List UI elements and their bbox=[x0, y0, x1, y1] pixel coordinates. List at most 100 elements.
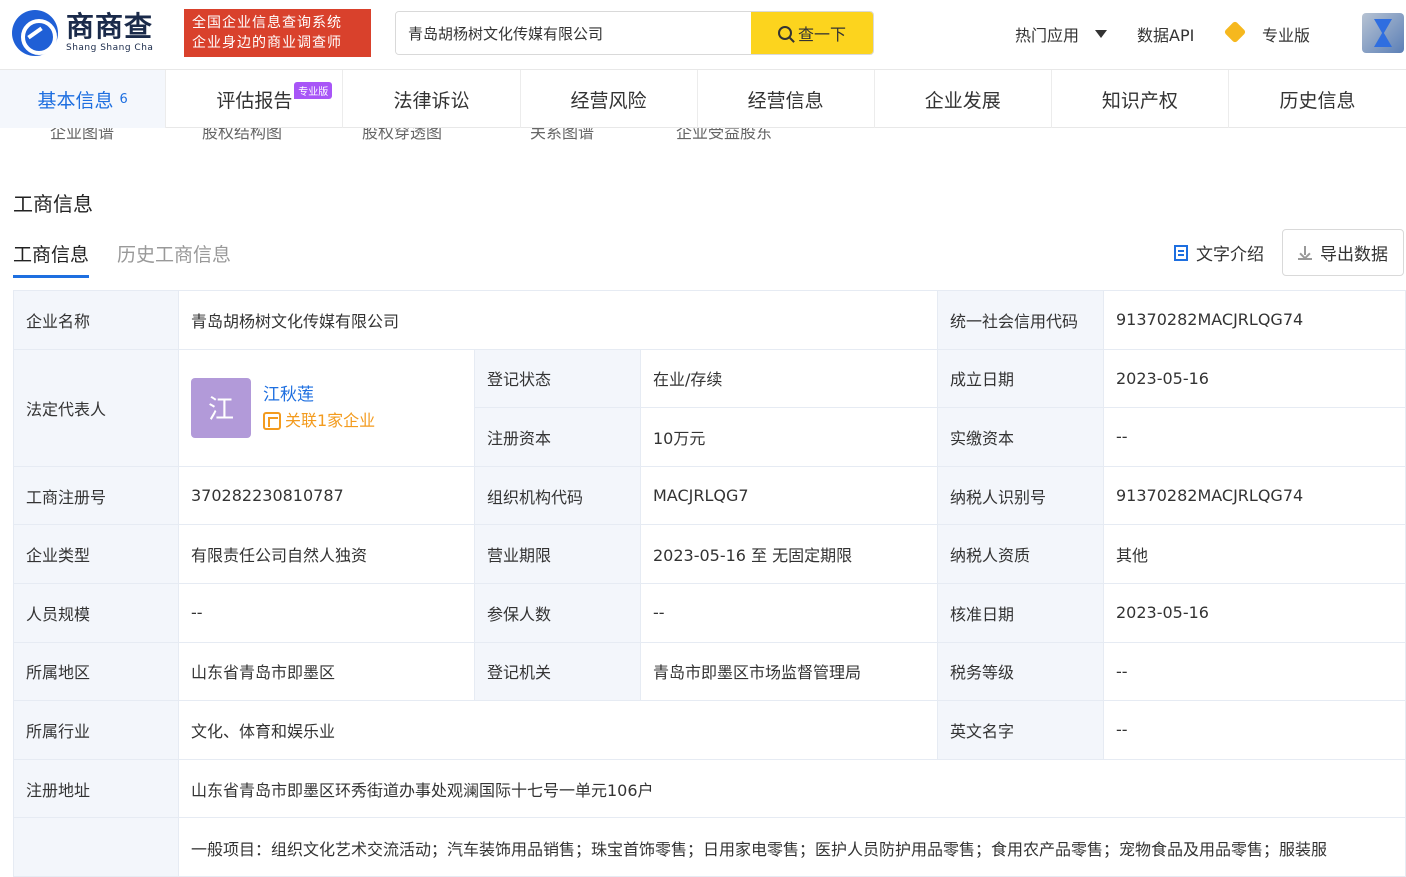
document-icon bbox=[1174, 244, 1188, 261]
cell-label: 登记状态 bbox=[474, 348, 641, 409]
cell-label: 所属地区 bbox=[13, 641, 179, 702]
table-row: 企业类型 有限责任公司自然人独资 营业期限 2023-05-16 至 无固定期限… bbox=[13, 524, 1406, 584]
slogan-line-2: 企业身边的商业调查师 bbox=[192, 35, 342, 51]
tab-operation[interactable]: 经营信息 bbox=[698, 70, 875, 128]
link-beneficial-owner[interactable]: 企业受益股东 bbox=[676, 128, 772, 140]
reg-authority-value: 青岛市即墨区市场监督管理局 bbox=[640, 641, 938, 702]
industry-value: 文化、体育和娱乐业 bbox=[178, 700, 938, 760]
tab-label: 基本信息 bbox=[37, 89, 114, 112]
cell-label: 核准日期 bbox=[937, 582, 1104, 643]
slogan-banner[interactable]: 全国企业信息查询系统 企业身边的商业调查师 bbox=[184, 9, 371, 57]
tab-label: 经营信息 bbox=[747, 89, 824, 112]
search-button-label: 查一下 bbox=[797, 25, 846, 44]
search-icon bbox=[777, 26, 792, 40]
legal-rep-name-link[interactable]: 江秋莲 bbox=[263, 382, 375, 408]
legal-rep-avatar[interactable]: 江 bbox=[191, 377, 251, 438]
related-companies-link[interactable]: 关联1家企业 bbox=[263, 408, 375, 434]
address-value: 山东省青岛市即墨区环秀街道办事处观澜国际十七号一单元106户 bbox=[178, 758, 1406, 819]
tab-label: 评估报告 bbox=[216, 89, 293, 112]
taxpayer-id-value: 91370282MACJRLQG74 bbox=[1103, 465, 1406, 526]
insured-value: -- bbox=[640, 582, 938, 643]
table-row: 所属地区 山东省青岛市即墨区 登记机关 青岛市即墨区市场监督管理局 税务等级 -… bbox=[13, 641, 1406, 702]
export-data-button[interactable]: 导出数据 bbox=[1282, 229, 1404, 276]
tab-count-badge: 6 bbox=[119, 91, 128, 107]
tab-assessment-report[interactable]: 评估报告 专业版 bbox=[166, 70, 344, 128]
sub-tabs: 工商信息 历史工商信息 bbox=[13, 240, 231, 278]
logo-text-cn: 商商查 bbox=[66, 10, 154, 43]
cell-label: 工商注册号 bbox=[13, 465, 179, 526]
text-intro-label: 文字介绍 bbox=[1196, 245, 1264, 265]
tab-development[interactable]: 企业发展 bbox=[875, 70, 1052, 128]
paid-capital-value: -- bbox=[1103, 407, 1406, 467]
english-name-value: -- bbox=[1103, 700, 1406, 760]
graph-links-row: 企业图谱 股权结构图 股权穿透图 关系图谱 企业受益股东 bbox=[0, 128, 1406, 140]
approve-date-value: 2023-05-16 bbox=[1103, 582, 1406, 643]
top-header: 商商查 Shang Shang Cha 全国企业信息查询系统 企业身边的商业调查… bbox=[0, 0, 1406, 70]
pro-version-link[interactable]: 专业版 bbox=[1224, 22, 1310, 46]
pro-version-label: 专业版 bbox=[1262, 26, 1311, 45]
company-type-value: 有限责任公司自然人独资 bbox=[178, 524, 475, 584]
tab-legal[interactable]: 法律诉讼 bbox=[343, 70, 521, 128]
subtab-history-business-info[interactable]: 历史工商信息 bbox=[117, 240, 231, 278]
section-title: 工商信息 bbox=[13, 192, 93, 216]
cell-label: 所属行业 bbox=[13, 700, 179, 760]
business-info-table: 企业名称 青岛胡杨树文化传媒有限公司 统一社会信用代码 91370282MACJ… bbox=[13, 290, 1406, 877]
diamond-icon bbox=[1224, 26, 1246, 42]
business-term-value: 2023-05-16 至 无固定期限 bbox=[640, 524, 938, 584]
subtab-business-info[interactable]: 工商信息 bbox=[13, 240, 90, 278]
company-name-value: 青岛胡杨树文化传媒有限公司 bbox=[178, 290, 938, 350]
user-avatar[interactable] bbox=[1362, 13, 1404, 53]
cell-label: 参保人数 bbox=[474, 582, 641, 643]
related-company-icon bbox=[263, 411, 281, 430]
pro-badge: 专业版 bbox=[294, 82, 333, 99]
search-box: 查一下 bbox=[395, 11, 874, 55]
cell-label: 纳税人识别号 bbox=[937, 465, 1104, 526]
tab-label: 经营风险 bbox=[570, 89, 647, 112]
export-label: 导出数据 bbox=[1320, 245, 1388, 265]
related-companies-label: 关联1家企业 bbox=[285, 410, 376, 430]
tab-risk[interactable]: 经营风险 bbox=[521, 70, 698, 128]
cell-label: 英文名字 bbox=[937, 700, 1104, 760]
tab-label: 历史信息 bbox=[1279, 89, 1356, 112]
link-company-graph[interactable]: 企业图谱 bbox=[50, 128, 114, 140]
cell-label: 人员规模 bbox=[13, 582, 179, 643]
cell-label: 企业类型 bbox=[13, 524, 179, 584]
cell-label: 登记机关 bbox=[474, 641, 641, 702]
tab-label: 法律诉讼 bbox=[393, 89, 470, 112]
search-button[interactable]: 查一下 bbox=[751, 12, 873, 54]
cell-label: 统一社会信用代码 bbox=[937, 290, 1104, 350]
logo-text-en: Shang Shang Cha bbox=[66, 43, 154, 53]
org-code-value: MACJRLQG7 bbox=[640, 465, 938, 526]
tab-ip[interactable]: 知识产权 bbox=[1052, 70, 1229, 128]
region-value: 山东省青岛市即墨区 bbox=[178, 641, 475, 702]
data-api-link[interactable]: 数据API bbox=[1137, 22, 1194, 46]
cell-label bbox=[13, 817, 179, 877]
staff-size-value: -- bbox=[178, 582, 475, 643]
slogan-line-1: 全国企业信息查询系统 bbox=[192, 15, 342, 31]
cell-label: 税务等级 bbox=[937, 641, 1104, 702]
cell-label: 营业期限 bbox=[474, 524, 641, 584]
search-input[interactable] bbox=[396, 12, 751, 54]
business-scope-value: 一般项目：组织文化艺术交流活动；汽车装饰用品销售；珠宝首饰零售；日用家电零售；医… bbox=[178, 817, 1406, 877]
link-equity-penetration[interactable]: 股权穿透图 bbox=[362, 128, 442, 140]
legal-rep-cell: 江 江秋莲 关联1家企业 bbox=[178, 348, 475, 467]
tab-history[interactable]: 历史信息 bbox=[1229, 70, 1406, 128]
tab-label: 企业发展 bbox=[924, 89, 1001, 112]
hot-apps-menu[interactable]: 热门应用 bbox=[1015, 22, 1108, 46]
cell-label: 成立日期 bbox=[937, 348, 1104, 409]
cell-label: 实缴资本 bbox=[937, 407, 1104, 467]
table-row: 所属行业 文化、体育和娱乐业 英文名字 -- bbox=[13, 700, 1406, 760]
link-equity-structure[interactable]: 股权结构图 bbox=[202, 128, 282, 140]
site-logo[interactable]: 商商查 Shang Shang Cha bbox=[12, 10, 153, 56]
found-date-value: 2023-05-16 bbox=[1103, 348, 1406, 409]
table-row: 法定代表人 江 江秋莲 关联1家企业 登记状态 在业/存续 成立日期 2023-… bbox=[13, 348, 1406, 467]
tab-basic-info[interactable]: 基本信息 6 bbox=[0, 70, 167, 128]
cell-label: 法定代表人 bbox=[13, 348, 179, 467]
cell-label: 纳税人资质 bbox=[937, 524, 1104, 584]
reg-no-value: 370282230810787 bbox=[178, 465, 475, 526]
taxpayer-qual-value: 其他 bbox=[1103, 524, 1406, 584]
tax-grade-value: -- bbox=[1103, 641, 1406, 702]
text-intro-button[interactable]: 文字介绍 bbox=[1174, 240, 1264, 265]
cell-label: 组织机构代码 bbox=[474, 465, 641, 526]
link-relation-graph[interactable]: 关系图谱 bbox=[530, 128, 594, 140]
